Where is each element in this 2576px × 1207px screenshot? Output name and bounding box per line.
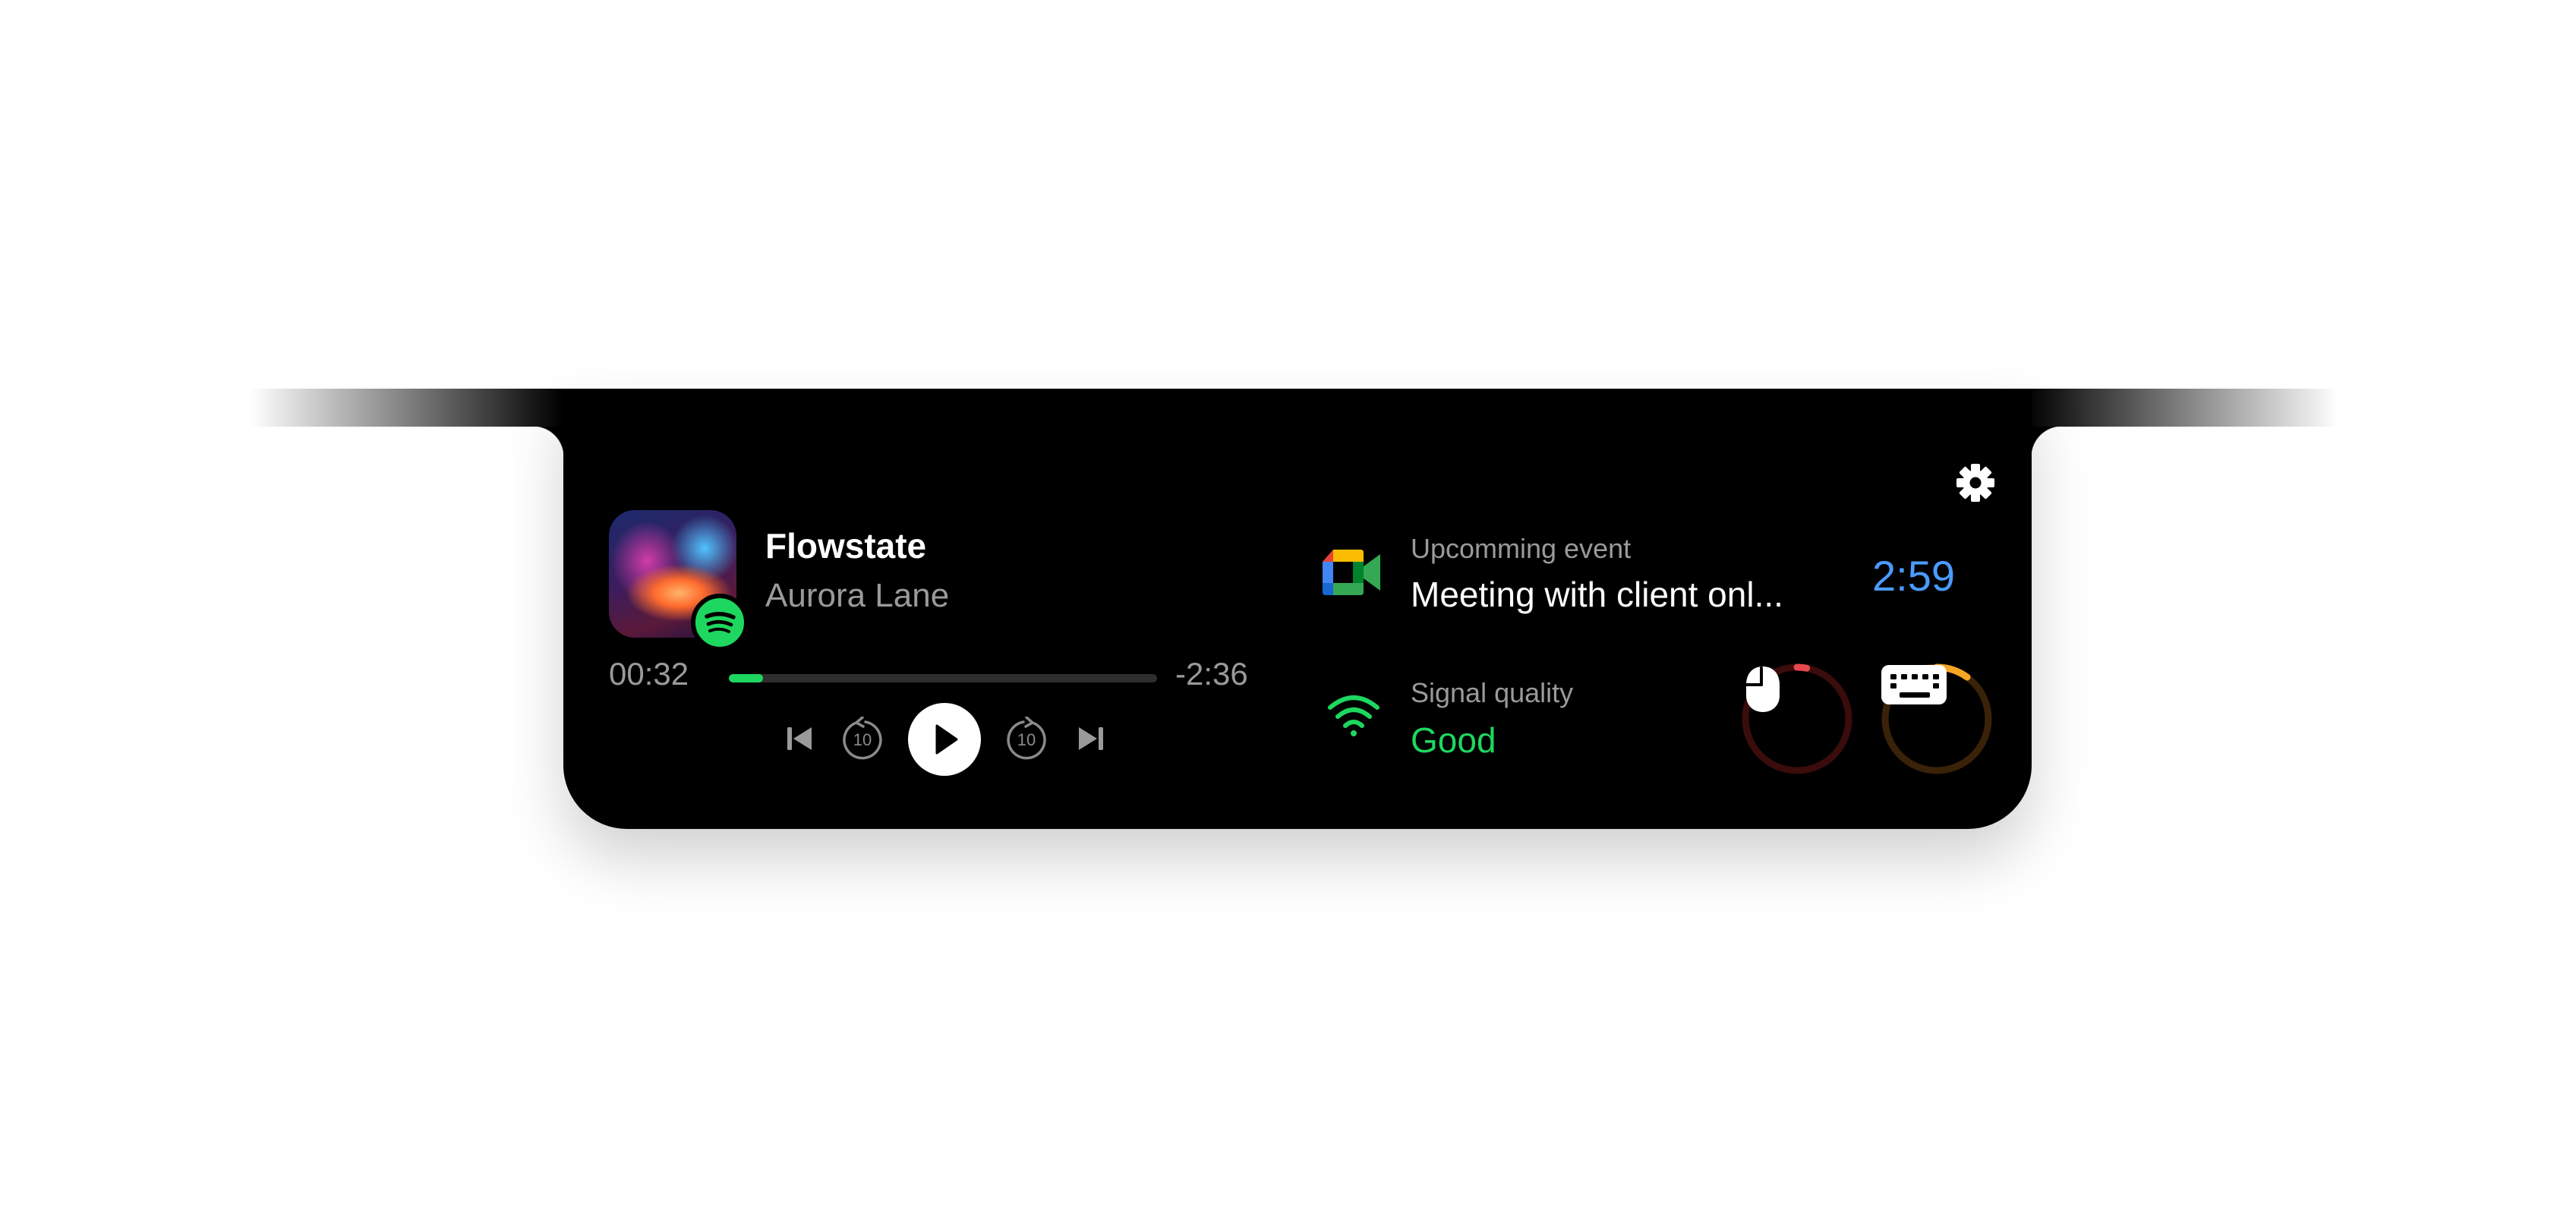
upcoming-event-label: Upcomming event	[1411, 533, 1632, 564]
spotify-icon[interactable]	[691, 594, 749, 651]
play-icon	[935, 724, 958, 755]
google-meet-icon[interactable]	[1323, 548, 1382, 597]
keyboard-icon	[1881, 665, 1947, 704]
keyboard-battery-indicator[interactable]	[1880, 662, 1994, 776]
forward-10-icon: 10	[1007, 717, 1046, 760]
gear-icon	[1956, 464, 1994, 502]
desktop-background: Flowstate Aurora Lane 00:32 -2:36 10 10 …	[0, 0, 2576, 1207]
signal-quality-label: Signal quality	[1411, 677, 1574, 708]
mouse-icon	[1745, 667, 1780, 712]
rewind-10-label: 10	[853, 730, 872, 749]
dynamic-notch-panel: Flowstate Aurora Lane 00:32 -2:36 10 10 …	[533, 389, 2062, 829]
rewind-10-icon: 10	[843, 717, 882, 760]
wifi-icon	[1327, 692, 1380, 738]
mouse-battery-indicator[interactable]	[1740, 662, 1854, 776]
event-countdown: 2:59	[1872, 552, 1955, 600]
elapsed-time: 00:32	[609, 656, 689, 692]
signal-quality-value: Good	[1411, 720, 1496, 760]
previous-track-button[interactable]	[780, 720, 818, 758]
play-button[interactable]	[908, 703, 981, 776]
remaining-time: -2:36	[1175, 656, 1248, 692]
next-track-button[interactable]	[1072, 720, 1110, 758]
track-title: Flowstate	[765, 526, 927, 566]
skip-previous-icon	[787, 727, 812, 750]
progress-fill	[729, 674, 764, 682]
event-title[interactable]: Meeting with client onl...	[1411, 574, 1805, 615]
track-artist: Aurora Lane	[765, 577, 950, 614]
progress-bar[interactable]	[729, 674, 1157, 682]
forward-10-button[interactable]: 10	[1004, 717, 1049, 762]
rewind-10-button[interactable]: 10	[840, 717, 885, 762]
settings-button[interactable]	[1954, 462, 1997, 504]
skip-next-icon	[1079, 727, 1103, 750]
forward-10-label: 10	[1017, 730, 1036, 749]
